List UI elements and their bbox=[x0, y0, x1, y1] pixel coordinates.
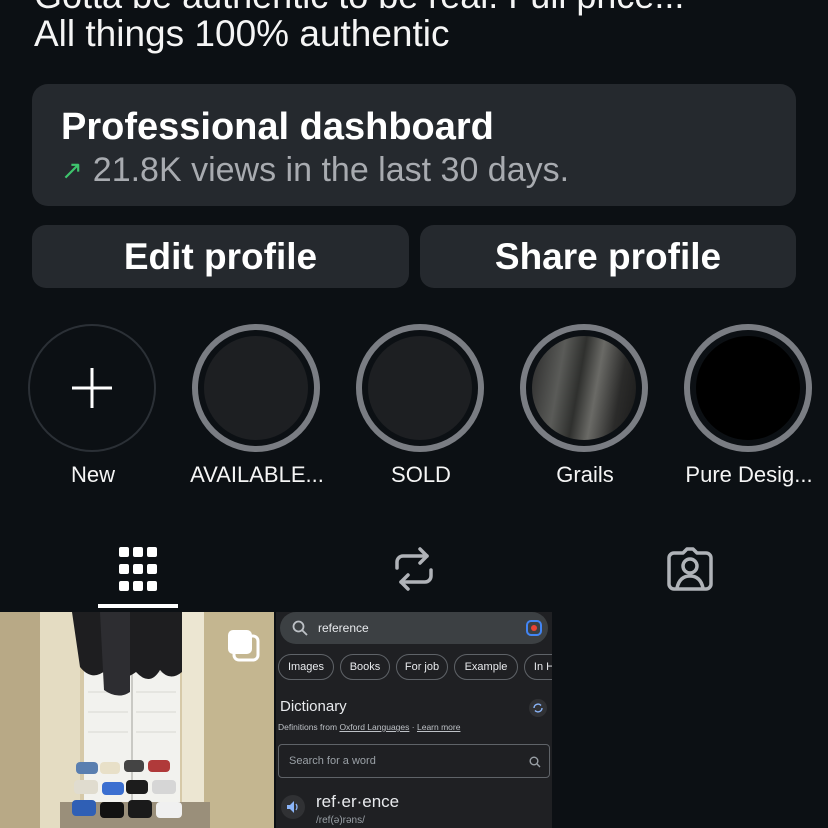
repost-icon bbox=[395, 547, 433, 591]
refresh-icon bbox=[529, 699, 547, 717]
professional-dashboard-card[interactable]: Professional dashboard ↗ 21.8K views in t… bbox=[32, 84, 796, 206]
lens-icon bbox=[526, 620, 542, 636]
dictionary-title: Dictionary bbox=[280, 698, 347, 715]
dictionary-search-field: Search for a word bbox=[278, 744, 550, 778]
speaker-icon bbox=[281, 795, 305, 819]
highlight-cover bbox=[202, 334, 310, 442]
carousel-icon bbox=[228, 630, 260, 662]
dictionary-phonetic: /ref(ə)rəns/ bbox=[316, 815, 365, 826]
highlight-cover bbox=[366, 334, 474, 442]
screenshot-search-bar: reference bbox=[280, 612, 548, 644]
dictionary-source: Definitions from Oxford Languages · Lear… bbox=[278, 722, 461, 732]
tagged-person-icon bbox=[667, 547, 713, 591]
tab-reposts[interactable] bbox=[374, 530, 454, 608]
highlight-cover bbox=[694, 334, 802, 442]
post-thumbnail[interactable]: reference Images Books For job Example I… bbox=[276, 612, 552, 828]
dictionary-word: ref·er·ence bbox=[316, 792, 400, 811]
highlight-label: Pure Desig... bbox=[685, 462, 813, 487]
bio-partial-line: Gotta be authentic to be real. Full pric… bbox=[34, 0, 684, 14]
post-thumbnail[interactable] bbox=[0, 612, 274, 828]
dashboard-views-text: 21.8K views in the last 30 days. bbox=[92, 151, 570, 189]
share-profile-button[interactable]: Share profile bbox=[420, 225, 796, 288]
search-icon bbox=[292, 620, 308, 636]
active-tab-indicator bbox=[98, 604, 178, 608]
tab-posts[interactable] bbox=[98, 530, 178, 608]
plus-icon bbox=[72, 368, 112, 408]
chip: Books bbox=[340, 654, 390, 680]
profile-tabs bbox=[0, 530, 828, 612]
arrow-up-right-icon: ↗ bbox=[61, 155, 83, 185]
search-icon bbox=[529, 756, 541, 768]
chip: For job bbox=[396, 654, 448, 680]
edit-profile-button[interactable]: Edit profile bbox=[32, 225, 409, 288]
tab-tagged[interactable] bbox=[650, 530, 730, 608]
chip: Example bbox=[454, 654, 518, 680]
bio-text: All things 100% authentic bbox=[34, 13, 450, 54]
oxford-link: Oxford Languages bbox=[339, 722, 410, 732]
chip: In H bbox=[524, 654, 552, 680]
highlight-label: AVAILABLE... bbox=[190, 462, 324, 487]
highlight-label: New bbox=[70, 462, 115, 487]
highlight-label: SOLD bbox=[391, 462, 451, 487]
learn-more-link: Learn more bbox=[416, 722, 461, 732]
grid-icon bbox=[119, 547, 157, 591]
highlight-cover bbox=[530, 334, 638, 442]
dashboard-subtitle-row: ↗ 21.8K views in the last 30 days. bbox=[61, 151, 569, 190]
dashboard-title: Professional dashboard bbox=[61, 106, 494, 148]
screenshot-search-query: reference bbox=[318, 621, 369, 635]
chip: Images bbox=[278, 654, 334, 680]
highlight-label: Grails bbox=[556, 462, 614, 487]
